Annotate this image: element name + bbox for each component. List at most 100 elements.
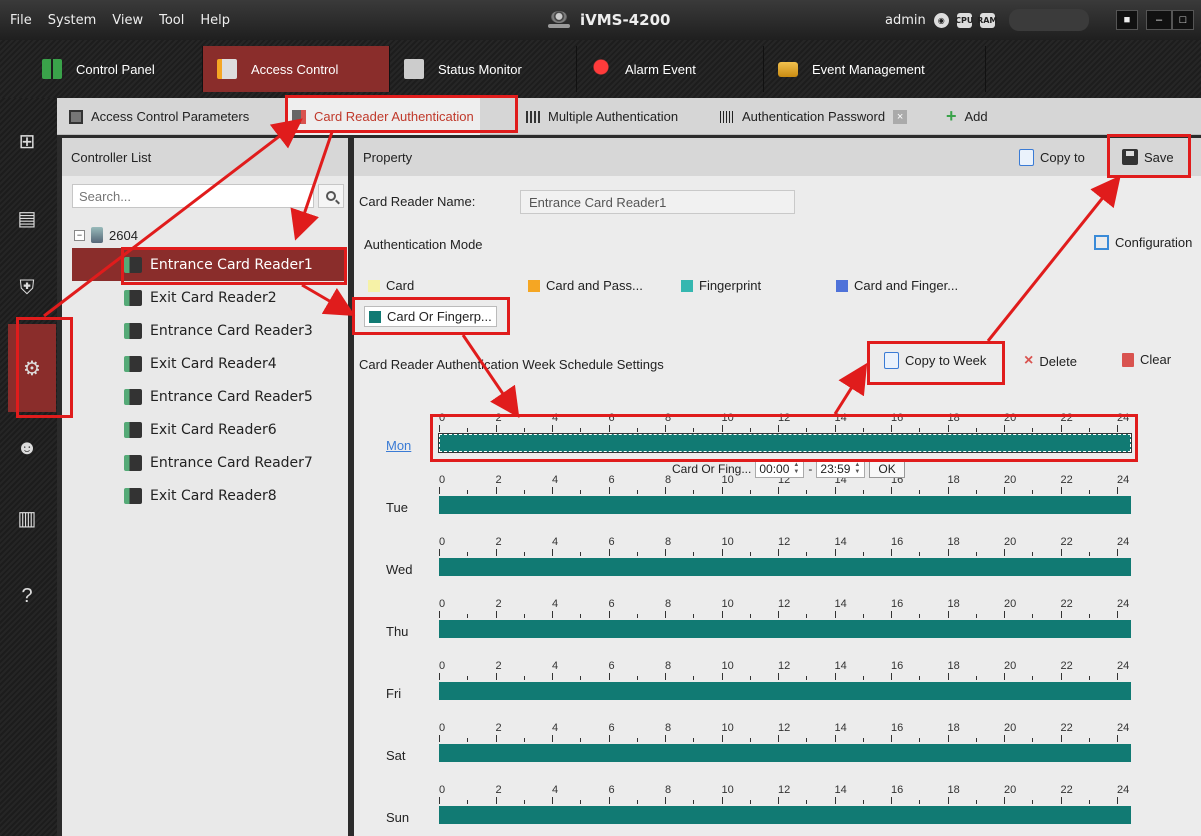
mode-fingerprint[interactable]: Fingerprint — [681, 278, 761, 293]
schedule-time-bar[interactable] — [439, 744, 1131, 762]
card-reader-item[interactable]: Entrance Card Reader1 — [72, 248, 346, 281]
clipboard-icon[interactable]: ▤ — [15, 206, 39, 230]
tick-mark — [1088, 800, 1090, 804]
collapse-icon[interactable]: − — [74, 229, 85, 241]
tick-mark — [439, 425, 440, 432]
day-label[interactable]: Mon — [386, 438, 411, 453]
network-icon[interactable]: ⊞ — [15, 129, 39, 153]
device-tree-root[interactable]: − 2604 — [74, 227, 138, 243]
username[interactable]: admin — [885, 13, 926, 28]
menu-file[interactable]: File — [10, 13, 32, 28]
tick-label: 2 — [495, 784, 502, 796]
tab-authentication-password[interactable]: Authentication Password × — [720, 98, 908, 135]
tick-mark — [580, 490, 582, 494]
menu-view[interactable]: View — [112, 13, 143, 28]
log-search-icon[interactable]: ▥ — [15, 506, 39, 530]
schedule-time-bar[interactable] — [439, 496, 1131, 514]
schedule-time-bar[interactable] — [439, 558, 1131, 576]
tick-mark — [891, 797, 892, 804]
schedule-time-bar[interactable] — [439, 682, 1131, 700]
maximize-icon: □ — [1179, 14, 1187, 26]
tick-mark — [636, 490, 638, 494]
schedule-time-bar[interactable] — [439, 620, 1131, 638]
card-reader-auth-icon — [292, 109, 306, 124]
card-reader-item[interactable]: Entrance Card Reader5 — [72, 380, 346, 413]
card-reader-item[interactable]: Exit Card Reader8 — [72, 479, 346, 512]
tab-control-panel[interactable]: Control Panel — [28, 46, 203, 92]
settings-gears-icon[interactable]: ⚙ — [8, 324, 56, 412]
save-button[interactable]: Save — [1122, 138, 1174, 176]
tick-mark — [1032, 676, 1034, 680]
tick-mark — [862, 428, 864, 432]
tick-mark — [1060, 735, 1062, 742]
tick-mark — [975, 552, 977, 556]
tab-access-control-parameters[interactable]: Access Control Parameters — [69, 98, 249, 135]
copy-to-button[interactable]: Copy to — [1019, 138, 1085, 176]
tab-access-control[interactable]: Access Control — [203, 46, 390, 92]
minimize-button[interactable]: – — [1146, 10, 1172, 30]
schedule-time-bar[interactable] — [439, 806, 1131, 824]
menu-help[interactable]: Help — [200, 13, 230, 28]
end-spinner-icon[interactable]: ▲ ▼ — [854, 462, 861, 476]
tick-mark — [891, 735, 892, 742]
schedule-time-bar[interactable] — [438, 433, 1132, 453]
tick-mark — [523, 552, 525, 556]
tick-mark — [721, 735, 723, 742]
tick-mark — [749, 490, 751, 494]
copy-to-week-button[interactable]: Copy to Week — [884, 352, 986, 369]
card-reader-item[interactable]: Exit Card Reader6 — [72, 413, 346, 446]
tick-mark — [778, 735, 779, 742]
user-area: admin ◉ CPU RAM — [885, 0, 1089, 40]
plus-icon: + — [946, 106, 957, 126]
tick-mark — [1032, 614, 1034, 618]
end-time-field[interactable]: 23:59 ▲ ▼ — [816, 460, 866, 478]
maximize-button[interactable]: □ — [1172, 10, 1194, 30]
card-reader-item[interactable]: Entrance Card Reader3 — [72, 314, 346, 347]
card-reader-item[interactable]: Exit Card Reader2 — [72, 281, 346, 314]
menu-tool[interactable]: Tool — [159, 13, 184, 28]
clear-button[interactable]: Clear — [1122, 352, 1171, 367]
tick-mark — [665, 673, 666, 680]
search-button[interactable] — [318, 184, 344, 208]
card-reader-item[interactable]: Exit Card Reader4 — [72, 347, 346, 380]
tick-mark — [919, 490, 921, 494]
card-reader-label: Exit Card Reader2 — [150, 289, 277, 306]
globe-icon[interactable]: ◉ — [933, 12, 949, 28]
person-icon[interactable]: ☻ — [15, 436, 39, 460]
shield-icon[interactable]: ⛨ — [15, 276, 39, 300]
tick-mark — [608, 735, 610, 742]
tick-label: 16 — [891, 784, 904, 796]
tick-mark — [693, 614, 695, 618]
ok-button[interactable]: OK — [869, 460, 905, 478]
trash-icon — [1122, 352, 1134, 367]
tick-mark — [523, 738, 525, 742]
mode-card-and-fingerprint[interactable]: Card and Finger... — [836, 278, 958, 293]
delete-button[interactable]: × Delete — [1024, 352, 1077, 370]
mode-card-and-password[interactable]: Card and Pass... — [528, 278, 643, 293]
start-spinner-icon[interactable]: ▲ ▼ — [793, 462, 800, 476]
close-tab-icon[interactable]: × — [893, 109, 908, 124]
configuration-button[interactable]: Configuration — [1094, 235, 1192, 250]
start-time-field[interactable]: 00:00 ▲ ▼ — [755, 460, 805, 478]
card-reader-item[interactable]: Entrance Card Reader7 — [72, 446, 346, 479]
add-tab-button[interactable]: + Add — [946, 98, 988, 135]
tab-event-management[interactable]: Event Management — [764, 46, 986, 92]
tick-mark — [1117, 673, 1118, 680]
tick-mark — [467, 738, 469, 742]
search-input[interactable] — [72, 184, 314, 208]
tick-mark — [891, 425, 892, 432]
menu-system[interactable]: System — [48, 13, 96, 28]
tick-mark — [495, 735, 497, 742]
card-reader-name-field[interactable] — [520, 190, 795, 214]
lock-button[interactable]: ■ — [1116, 10, 1138, 30]
tick-label: 10 — [721, 412, 734, 424]
tab-card-reader-authentication[interactable]: Card Reader Authentication — [286, 98, 480, 135]
tab-status-monitor[interactable]: Status Monitor — [390, 46, 577, 92]
help-icon[interactable]: ? — [15, 584, 39, 608]
mode-card-or-fingerprint[interactable]: Card Or Fingerp... — [364, 306, 497, 327]
tick-mark — [552, 487, 553, 494]
tick-mark — [552, 425, 553, 432]
tab-alarm-event[interactable]: Alarm Event — [577, 46, 764, 92]
mode-card[interactable]: Card — [368, 278, 414, 293]
tab-multiple-authentication[interactable]: Multiple Authentication — [526, 98, 678, 135]
